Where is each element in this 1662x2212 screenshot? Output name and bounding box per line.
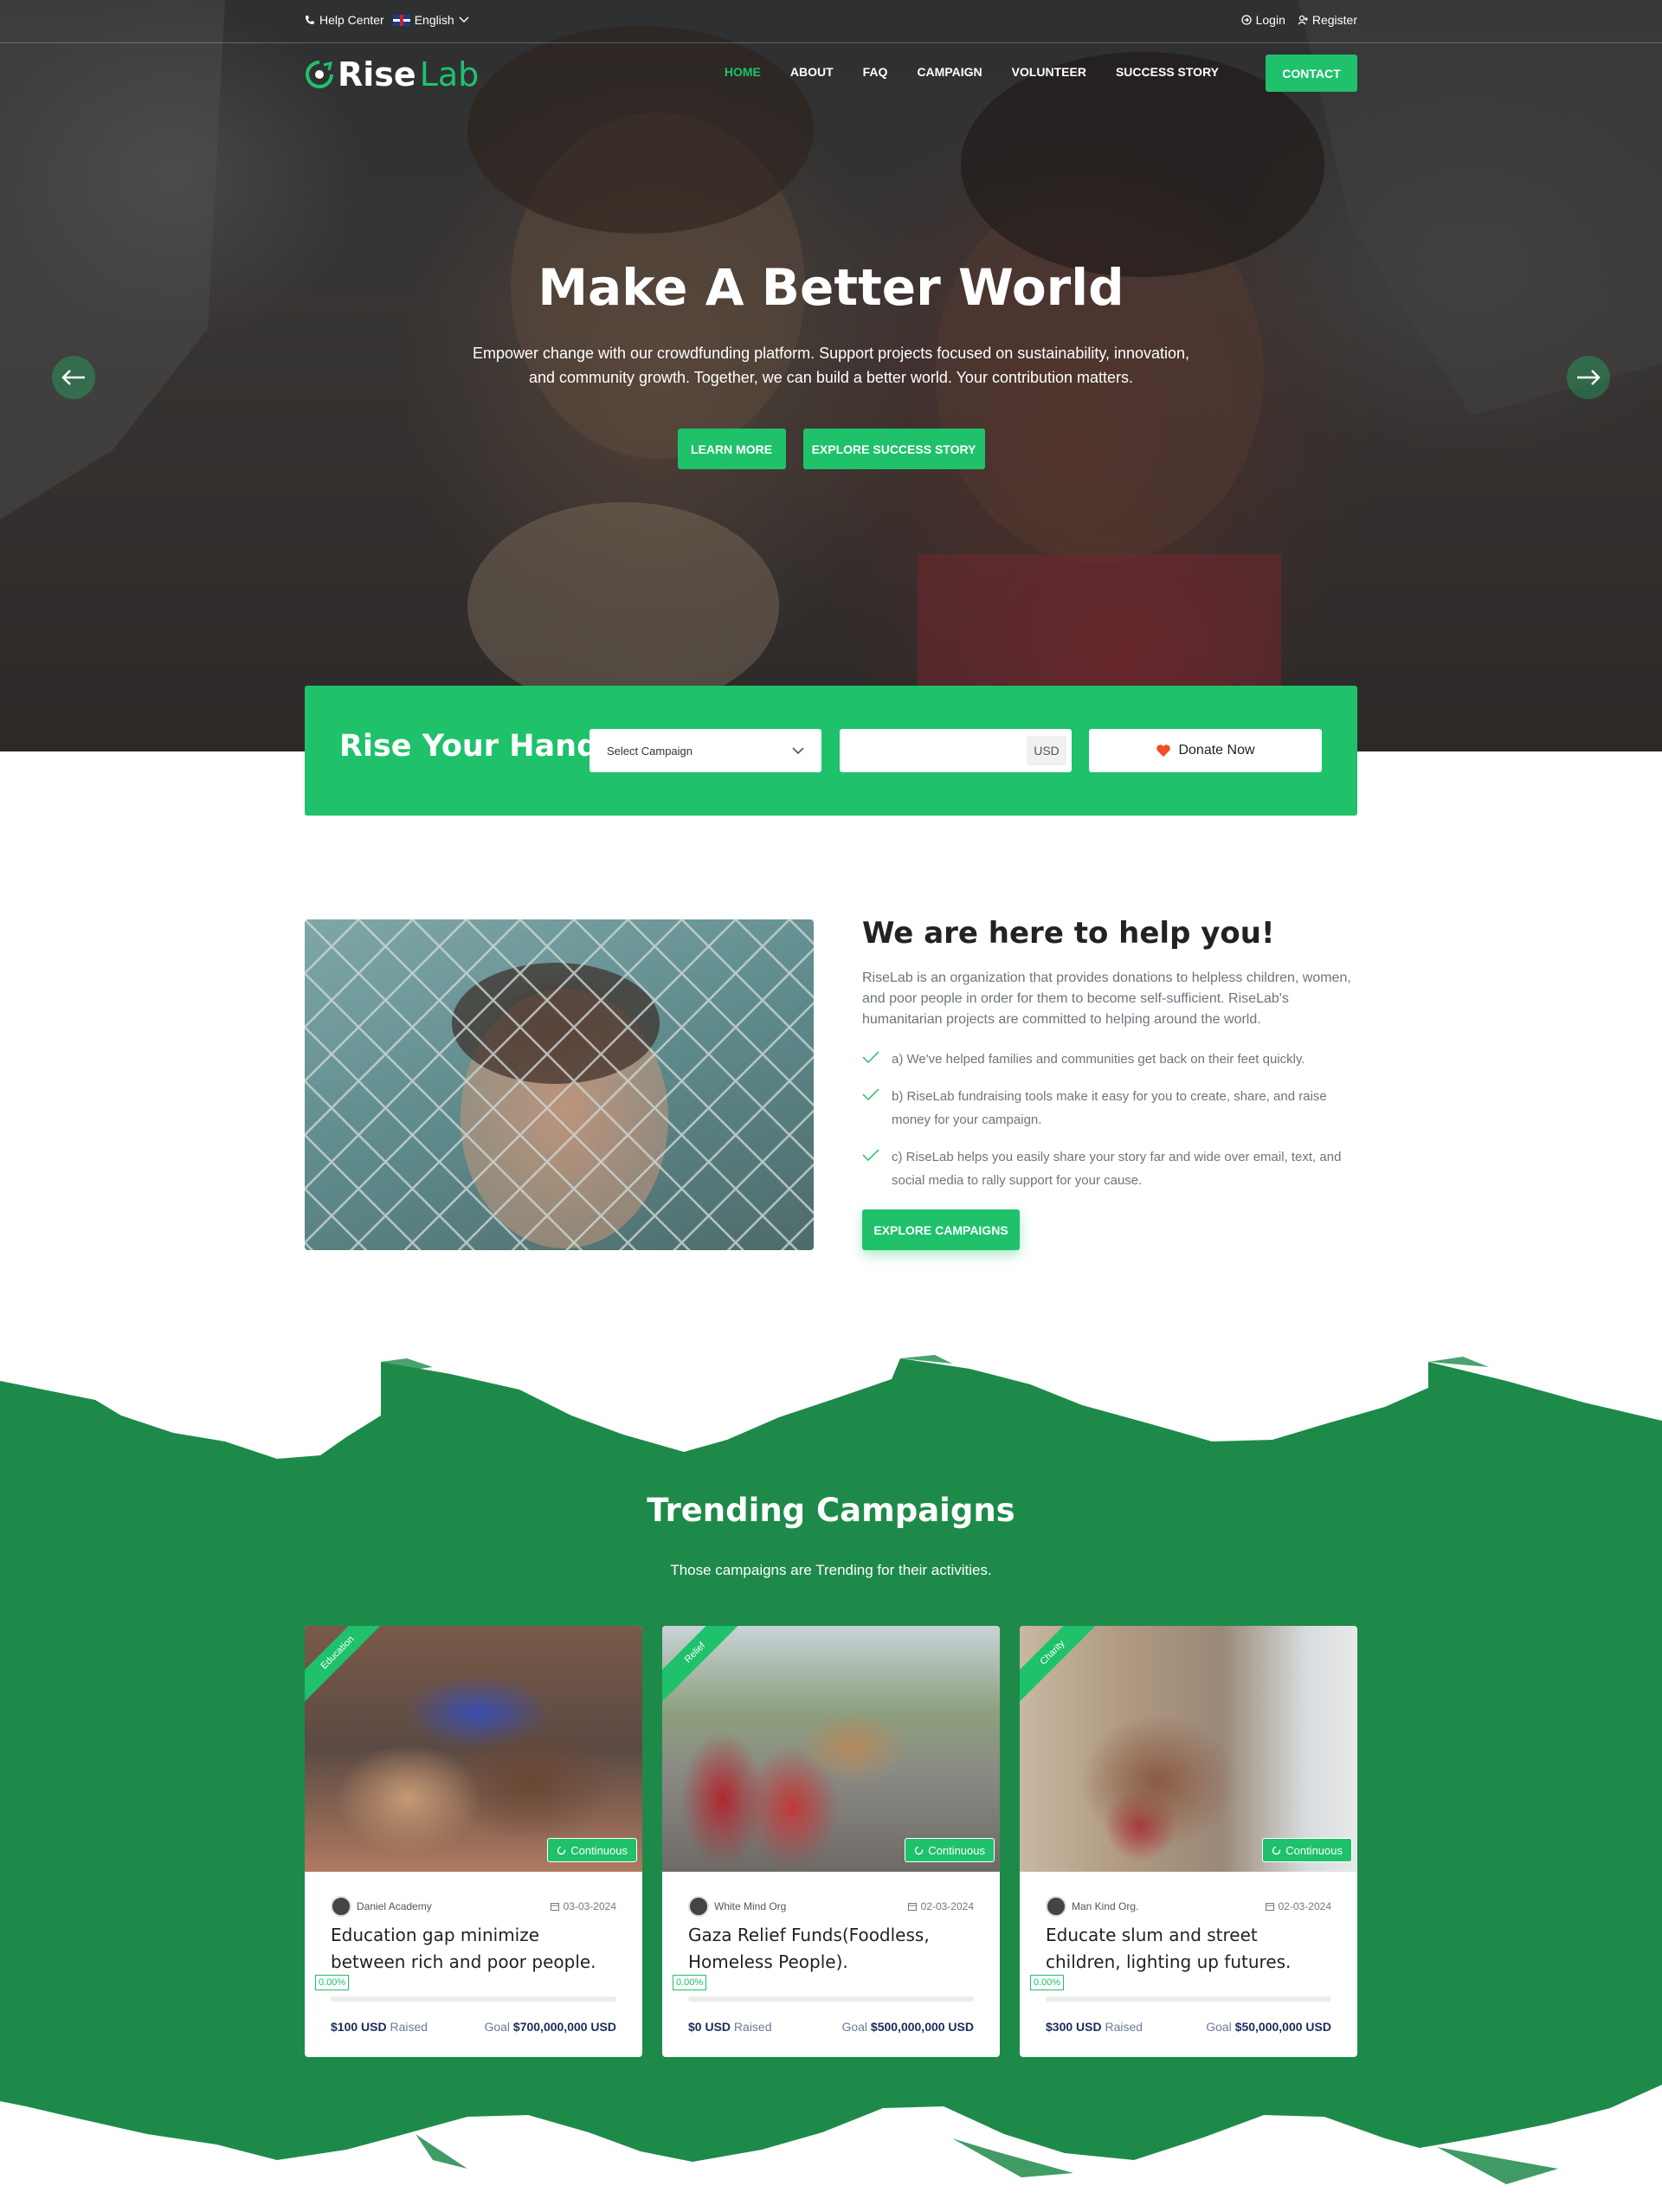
about-image [305, 919, 814, 1250]
progress-percent: 0.00% [1030, 1975, 1065, 1990]
hero-banner: Help Center English Login Register Rise … [0, 0, 1662, 751]
heart-icon [1156, 745, 1171, 757]
nav-volunteer[interactable]: VOLUNTEER [1012, 65, 1086, 79]
donate-title: Rise Your Hand [339, 729, 599, 764]
campaign-image: Relief Continuous [662, 1626, 1000, 1872]
progress-bar [331, 1996, 616, 2002]
post-date: 02-03-2024 [1265, 1900, 1331, 1912]
goal-amount: Goal $50,000,000 USD [1206, 2020, 1331, 2034]
logo-icon [306, 61, 333, 88]
about-points: a) We've helped families and communities… [862, 1048, 1357, 1206]
list-item: c) RiseLab helps you easily share your s… [862, 1145, 1357, 1192]
raised-amount: $300 USD Raised [1046, 2020, 1143, 2034]
campaign-image: Education Continuous [305, 1626, 642, 1872]
register-link[interactable]: Register [1298, 13, 1357, 27]
author[interactable]: Daniel Academy [331, 1896, 432, 1917]
calendar-icon [1265, 1903, 1274, 1911]
donate-now-button[interactable]: Donate Now [1089, 729, 1322, 772]
nav-success-story[interactable]: SUCCESS STORY [1116, 65, 1219, 79]
arrow-right-icon [1577, 370, 1601, 385]
trending-subtitle: Those campaigns are Trending for their a… [670, 1562, 992, 1578]
phone-icon [306, 16, 314, 24]
learn-more-button[interactable]: LEARN MORE [677, 429, 786, 469]
campaign-card[interactable]: Relief Continuous White Mind Org 02-03-2… [662, 1626, 1000, 2057]
check-icon [862, 1051, 879, 1063]
campaign-card[interactable]: Charity Continuous Man Kind Org. 02-03-2… [1020, 1626, 1357, 2057]
chevron-down-icon [459, 16, 469, 23]
category-ribbon: Charity [1020, 1626, 1104, 1704]
uk-flag-icon [392, 14, 410, 26]
continuous-badge: Continuous [547, 1838, 637, 1862]
nav-home[interactable]: HOME [725, 65, 761, 79]
post-date: 03-03-2024 [550, 1900, 616, 1912]
nav-about[interactable]: ABOUT [790, 65, 834, 79]
campaign-card[interactable]: Education Continuous Daniel Academy 03-0… [305, 1626, 642, 2057]
help-center-link[interactable]: Help Center [305, 13, 384, 27]
currency-tag: USD [1027, 736, 1066, 765]
goal-amount: Goal $500,000,000 USD [841, 2020, 974, 2034]
top-bar: Help Center English Login Register [0, 0, 1662, 43]
refresh-icon [915, 1846, 924, 1854]
continuous-badge: Continuous [1262, 1838, 1352, 1862]
progress-bar [688, 1996, 974, 2002]
next-slide-button[interactable] [1567, 356, 1610, 399]
campaign-image: Charity Continuous [1020, 1626, 1357, 1872]
continuous-badge: Continuous [905, 1838, 995, 1862]
prev-slide-button[interactable] [52, 356, 95, 399]
category-ribbon: Relief [662, 1626, 746, 1704]
progress-percent: 0.00% [315, 1975, 350, 1990]
list-item: a) We've helped families and communities… [862, 1048, 1357, 1071]
post-date: 02-03-2024 [907, 1900, 974, 1912]
category-ribbon: Education [305, 1626, 389, 1704]
arrow-left-icon [61, 370, 85, 385]
refresh-icon [557, 1846, 566, 1854]
campaign-title[interactable]: Gaza Relief Funds(Foodless, Homeless Peo… [688, 1922, 974, 1976]
raised-amount: $0 USD Raised [688, 2020, 772, 2034]
check-icon [862, 1088, 879, 1100]
login-icon [1240, 15, 1252, 25]
author[interactable]: Man Kind Org. [1046, 1896, 1138, 1917]
nav-campaign[interactable]: CAMPAIGN [917, 65, 982, 79]
avatar [1046, 1896, 1066, 1917]
progress-bar [1046, 1996, 1331, 2002]
amount-input[interactable]: USD [840, 729, 1072, 772]
user-plus-icon [1298, 15, 1308, 25]
hero-subtitle: Empower change with our crowdfunding pla… [472, 345, 1190, 386]
calendar-icon [907, 1903, 917, 1911]
check-icon [862, 1149, 879, 1161]
goal-amount: Goal $700,000,000 USD [484, 2020, 616, 2034]
hero-title: Make A Better World [538, 258, 1124, 317]
avatar [688, 1896, 709, 1917]
nav-faq[interactable]: FAQ [863, 65, 888, 79]
calendar-icon [550, 1903, 559, 1911]
list-item: b) RiseLab fundraising tools make it eas… [862, 1085, 1357, 1132]
about-description: RiseLab is an organization that provides… [862, 971, 1351, 1027]
refresh-icon [1272, 1846, 1281, 1854]
trending-title: Trending Campaigns [647, 1492, 1015, 1529]
login-link[interactable]: Login [1240, 13, 1285, 27]
campaign-title[interactable]: Educate slum and street children, lighti… [1046, 1922, 1331, 1976]
avatar [331, 1896, 351, 1917]
explore-campaigns-button[interactable]: EXPLORE CAMPAIGNS [862, 1209, 1020, 1250]
campaign-select[interactable]: Select Campaign [589, 729, 821, 772]
donate-bar: Rise Your Hand Select Campaign USD Donat… [305, 686, 1357, 816]
chevron-down-icon [792, 746, 804, 754]
chain-fence-pattern [305, 919, 814, 1250]
campaign-title[interactable]: Education gap minimize between rich and … [331, 1922, 616, 1976]
language-selector[interactable]: English [392, 13, 469, 27]
author[interactable]: White Mind Org [688, 1896, 786, 1917]
contact-button[interactable]: CONTACT [1266, 55, 1357, 92]
progress-percent: 0.00% [673, 1975, 707, 1990]
explore-success-story-button[interactable]: EXPLORE SUCCESS STORY [802, 429, 985, 469]
site-logo[interactable]: Rise Lab [305, 55, 479, 94]
about-title: We are here to help you! [862, 916, 1275, 951]
main-navbar: Rise Lab HOME ABOUT FAQ CAMPAIGN VOLUNTEE… [305, 52, 1357, 95]
raised-amount: $100 USD Raised [331, 2020, 428, 2034]
